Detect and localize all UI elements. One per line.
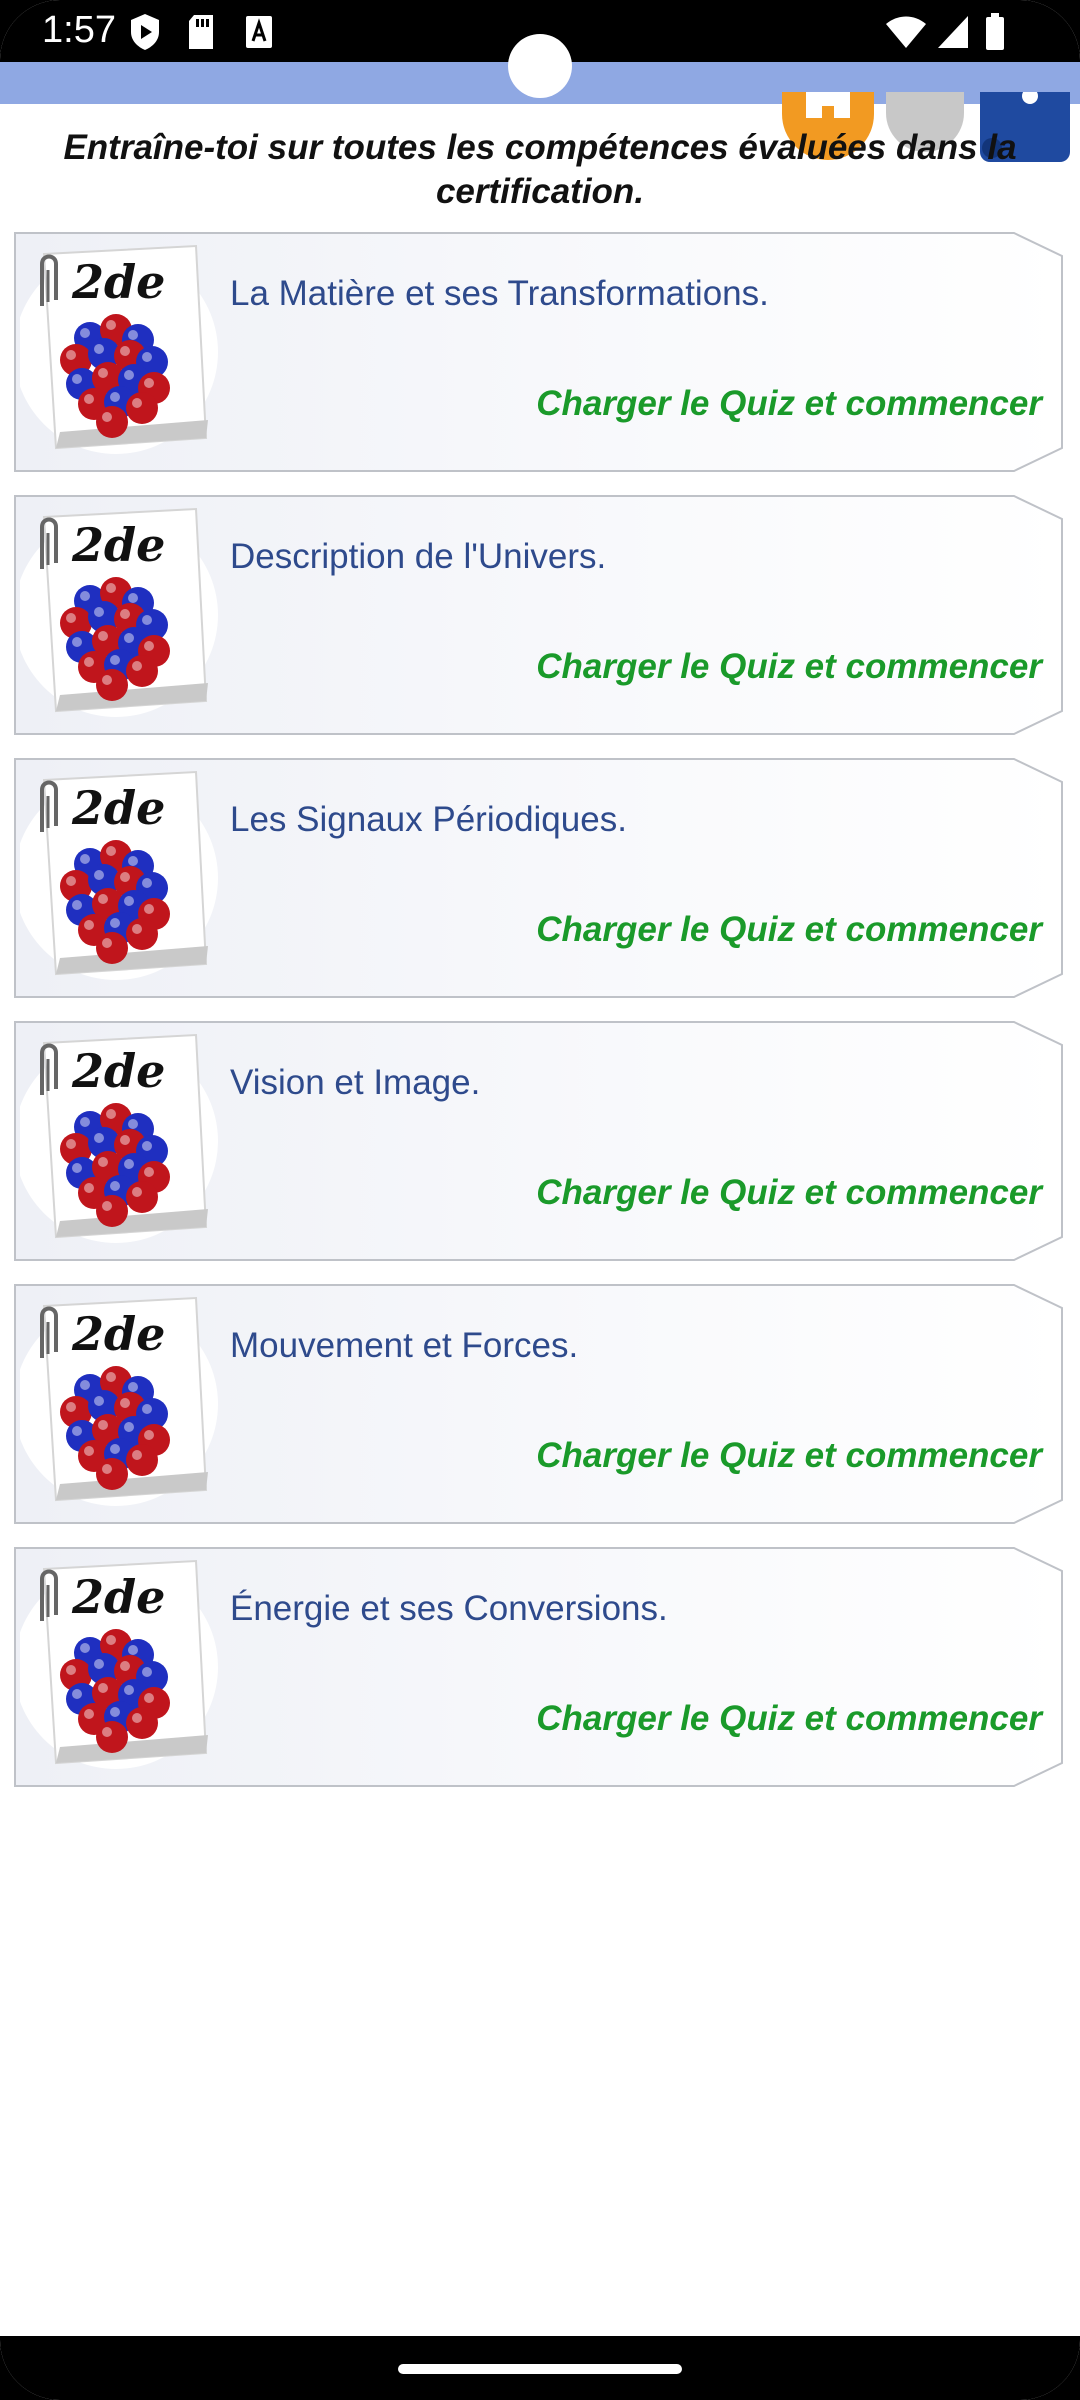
quiz-title: Description de l'Univers. (230, 537, 607, 576)
sd-card-icon (189, 15, 213, 49)
quiz-card[interactable]: 2de Énergie et ses Conversions. Charger … (14, 1547, 1064, 1787)
load-quiz-button[interactable]: Charger le Quiz et commencer (536, 382, 1042, 426)
atom-logo-icon: 2de (20, 1559, 218, 1769)
atom-logo-icon: 2de (20, 1033, 218, 1243)
quiz-card[interactable]: 2de Les Signaux Périodiques. Charger le … (14, 758, 1064, 998)
atom-logo-icon: 2de (20, 507, 218, 717)
load-quiz-button[interactable]: Charger le Quiz et commencer (536, 1171, 1042, 1215)
grade-label: 2de (71, 1570, 165, 1624)
camera-cutout (508, 34, 572, 98)
quiz-card[interactable]: 2de Vision et Image. Charger le Quiz et … (14, 1021, 1064, 1261)
quiz-title: Énergie et ses Conversions. (230, 1589, 668, 1628)
quiz-title: Les Signaux Périodiques. (230, 800, 627, 839)
load-quiz-button[interactable]: Charger le Quiz et commencer (536, 645, 1042, 689)
quiz-title: Vision et Image. (230, 1063, 481, 1102)
grade-label: 2de (71, 1044, 165, 1098)
atom-logo-icon: 2de (20, 1296, 218, 1506)
quiz-card[interactable]: 2de Description de l'Univers. Charger le… (14, 495, 1064, 735)
page-subtitle: Entraîne-toi sur toutes les compétences … (63, 128, 1017, 211)
grade-label: 2de (71, 255, 165, 309)
app-screen: 1:57 Entraîne-toi sur toutes les compéte… (0, 0, 1080, 2400)
status-time: 1:57 (42, 9, 116, 51)
shield-play-icon (131, 14, 159, 50)
atom-logo-icon: 2de (20, 770, 218, 980)
wifi-icon (886, 16, 926, 48)
text-a-icon (246, 16, 272, 48)
quiz-title: La Matière et ses Transformations. (230, 274, 769, 313)
load-quiz-button[interactable]: Charger le Quiz et commencer (536, 1434, 1042, 1478)
quiz-list: 2de La Matière et ses Transformations. C… (14, 232, 1064, 1810)
quiz-card[interactable]: 2de La Matière et ses Transformations. C… (14, 232, 1064, 472)
signal-icon (938, 16, 968, 48)
quiz-title: Mouvement et Forces. (230, 1326, 579, 1365)
load-quiz-button[interactable]: Charger le Quiz et commencer (536, 1697, 1042, 1741)
battery-icon (986, 13, 1004, 50)
quiz-card[interactable]: 2de Mouvement et Forces. Charger le Quiz… (14, 1284, 1064, 1524)
grade-label: 2de (71, 781, 165, 835)
home-indicator[interactable] (398, 2364, 682, 2374)
grade-label: 2de (71, 518, 165, 572)
grade-label: 2de (71, 1307, 165, 1361)
load-quiz-button[interactable]: Charger le Quiz et commencer (536, 908, 1042, 952)
atom-logo-icon: 2de (20, 244, 218, 454)
